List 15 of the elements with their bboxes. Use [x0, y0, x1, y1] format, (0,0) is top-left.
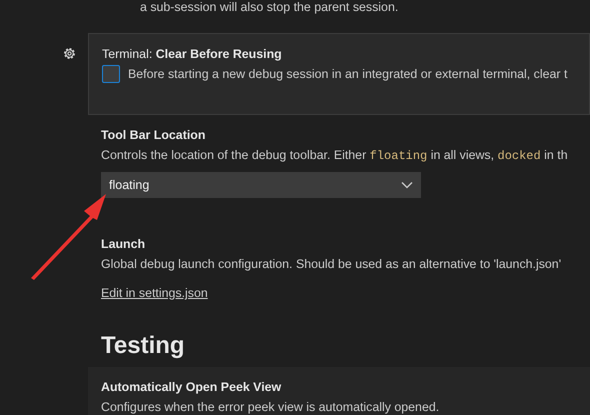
setting-title: Tool Bar Location: [101, 127, 206, 144]
dropdown-select[interactable]: floating: [101, 172, 421, 198]
setting-title: Launch: [101, 236, 146, 253]
section-heading: Testing: [101, 330, 186, 361]
settings-icon[interactable]: [62, 46, 77, 61]
checkbox[interactable]: [102, 65, 120, 83]
setting-title: Automatically Open Peek View: [101, 378, 282, 396]
edit-link[interactable]: Edit in settings.json: [101, 284, 208, 303]
setting-description: Controls the location of the debug toolbar. Either floating in all views, docked in th: [101, 147, 569, 165]
setting-description: Global debug launch configuration. Should be used as an alternative to 'launch.json': [101, 256, 562, 273]
setting-description: Before starting a new debug session in an integrated or external terminal, clear t: [128, 66, 568, 83]
setting-description: Configures when the error peek view is automatically opened.: [101, 398, 440, 415]
setting-title: Terminal: Clear Before Reusing: [102, 46, 283, 63]
description-text: a sub-session will also stop the parent session.: [139, 0, 400, 14]
chevron-down-icon: [401, 181, 413, 189]
